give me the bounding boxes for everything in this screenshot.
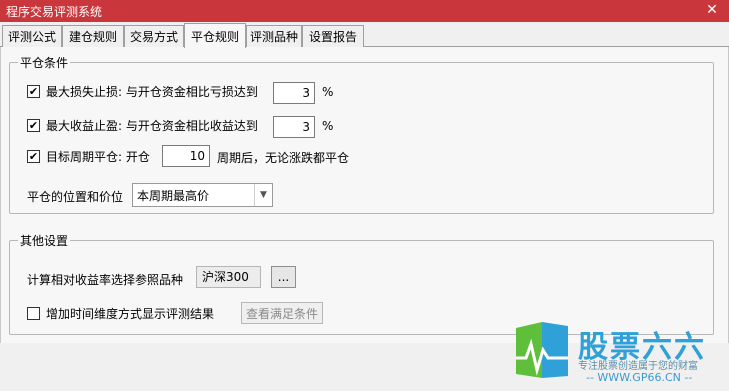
chevron-down-icon[interactable]: ▼ xyxy=(254,184,272,206)
stop-loss-label: 最大损失止损: 与开仓资金相比亏损达到 xyxy=(46,85,258,99)
tab-instruments[interactable]: 评测品种 xyxy=(246,25,302,47)
target-period-label: 目标周期平仓: 开仓 xyxy=(46,150,150,164)
close-conditions-title: 平仓条件 xyxy=(18,54,71,71)
tab-formula[interactable]: 评测公式 xyxy=(2,25,62,47)
stop-loss-input[interactable]: 3 xyxy=(273,82,315,104)
time-dimension-checkbox[interactable] xyxy=(27,307,40,320)
window-title: 程序交易评测系统 xyxy=(6,4,103,19)
view-conditions-button[interactable]: 查看满足条件 xyxy=(241,302,323,324)
tab-report-settings[interactable]: 设置报告 xyxy=(302,25,364,47)
watermark-url: -- WWW.GP66.CN -- xyxy=(586,371,693,384)
take-profit-row: ✔ 最大收益止盈: 与开仓资金相比收益达到 xyxy=(27,117,258,134)
close-icon[interactable]: ✕ xyxy=(703,1,721,19)
stop-loss-unit: % xyxy=(322,85,334,99)
browse-reference-button[interactable]: ... xyxy=(271,266,296,288)
position-price-label: 平仓的位置和价位 xyxy=(27,190,124,204)
brand-logo-icon xyxy=(516,322,568,378)
stop-loss-row: ✔ 最大损失止损: 与开仓资金相比亏损达到 xyxy=(27,83,258,100)
take-profit-input[interactable]: 3 xyxy=(273,116,315,138)
take-profit-checkbox[interactable]: ✔ xyxy=(27,119,40,132)
take-profit-unit: % xyxy=(322,119,334,133)
window-titlebar: 程序交易评测系统 ✕ xyxy=(0,0,729,22)
other-settings-title: 其他设置 xyxy=(18,232,71,249)
tab-trade-mode[interactable]: 交易方式 xyxy=(124,25,184,47)
watermark-tagline: 专注股票创造属于您的财富 xyxy=(578,361,698,372)
position-price-select[interactable]: 本周期最高价 ▼ xyxy=(132,183,273,207)
time-dimension-label: 增加时间维度方式显示评测结果 xyxy=(46,307,215,321)
stop-loss-checkbox[interactable]: ✔ xyxy=(27,85,40,98)
tab-close-rules[interactable]: 平仓规则 xyxy=(184,23,246,48)
target-period-suffix: 周期后，无论涨跌都平仓 xyxy=(217,151,350,165)
target-period-row: ✔ 目标周期平仓: 开仓 xyxy=(27,148,150,165)
reference-instrument-field[interactable]: 沪深300 xyxy=(196,266,261,288)
close-conditions-group: 平仓条件 ✔ 最大损失止损: 与开仓资金相比亏损达到 3 % ✔ 最大收益止盈:… xyxy=(9,54,714,214)
tab-open-rules[interactable]: 建仓规则 xyxy=(62,25,124,47)
watermark: 股票六六 专注股票创造属于您的财富 -- WWW.GP66.CN -- xyxy=(512,320,729,391)
target-period-checkbox[interactable]: ✔ xyxy=(27,150,40,163)
tab-bar: 评测公式 建仓规则 交易方式 平仓规则 评测品种 设置报告 xyxy=(0,22,729,48)
reference-label: 计算相对收益率选择参照品种 xyxy=(27,273,184,287)
time-dimension-row: 增加时间维度方式显示评测结果 xyxy=(27,305,214,322)
tab-content: 平仓条件 ✔ 最大损失止损: 与开仓资金相比亏损达到 3 % ✔ 最大收益止盈:… xyxy=(0,47,729,343)
target-period-input[interactable]: 10 xyxy=(162,145,210,167)
take-profit-label: 最大收益止盈: 与开仓资金相比收益达到 xyxy=(46,119,258,133)
position-price-value: 本周期最高价 xyxy=(137,188,210,203)
